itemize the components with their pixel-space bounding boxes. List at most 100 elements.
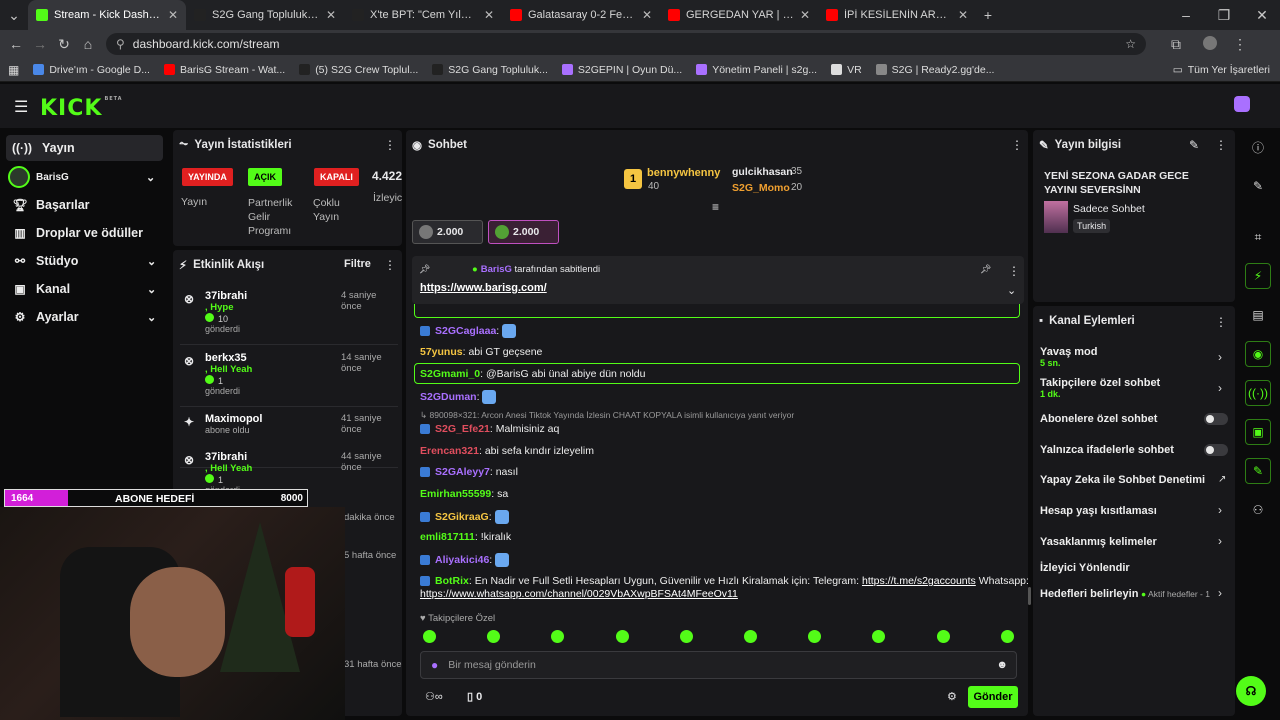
pinned-link[interactable]: https://www.barisg.com/ (420, 282, 547, 294)
chat-username[interactable]: emli817111 (420, 531, 475, 543)
user-avatar[interactable] (1234, 96, 1250, 112)
tab-close-icon[interactable]: ✕ (642, 8, 652, 22)
profile-avatar[interactable] (1198, 35, 1222, 53)
chat-bubble-tool-icon[interactable]: ◉ (1245, 341, 1271, 367)
emote-icon[interactable] (936, 630, 950, 643)
browser-tab[interactable]: X'te BPT: "Cem Yılmaz, Gora 4 G ✕ (344, 0, 502, 30)
mic-icon[interactable]: ● (431, 658, 438, 672)
emote-icon[interactable] (1000, 630, 1014, 643)
nav-channel-selector[interactable]: BarisG ⌄ (8, 166, 155, 188)
chevron-right-icon[interactable]: › (1218, 350, 1222, 364)
site-info-icon[interactable]: ⚲ (116, 37, 125, 51)
nav-item-kanal[interactable]: ▣ Kanal ⌄ (12, 282, 156, 296)
chat-username[interactable]: 57yunus (420, 346, 463, 358)
browser-tab[interactable]: S2G Gang Topluluk / X ✕ (186, 0, 344, 30)
botrix-wa-link[interactable]: https://www.whatsapp.com/channel/0029VbA… (420, 588, 738, 600)
close-window-icon[interactable]: ✕ (1250, 7, 1274, 24)
subs-only-toggle[interactable] (1204, 413, 1228, 425)
browser-tab[interactable]: GERGEDAN YAR | Madara Oldu ✕ (660, 0, 818, 30)
chevron-right-icon[interactable]: › (1218, 503, 1222, 517)
set-goals[interactable]: Hedefleri belirleyin (1040, 588, 1138, 600)
crop-icon[interactable]: ⌗ (1245, 224, 1271, 250)
chat-username[interactable]: Erencan321 (420, 445, 479, 457)
chat-scrollbar[interactable] (1028, 587, 1031, 605)
tab-close-icon[interactable]: ✕ (800, 8, 810, 22)
tab-close-icon[interactable]: ✕ (484, 8, 494, 22)
chat-username[interactable]: S2GAleyy7 (435, 466, 490, 478)
nav-item-yayin[interactable]: ((·)) Yayın (12, 141, 75, 155)
bookmark-item[interactable]: Drive'ım - Google D... (33, 64, 150, 76)
goal-chip-2[interactable]: 2.000 (488, 220, 559, 244)
nav-item-droplar[interactable]: ▥ Droplar ve ödüller (12, 226, 143, 240)
tab-close-icon[interactable]: ✕ (958, 8, 968, 22)
users-icon[interactable]: ⚇ (1245, 497, 1271, 523)
collapse-icon[interactable]: ≡ (712, 200, 719, 214)
wrench-tool-icon[interactable]: ✎ (1245, 458, 1271, 484)
browser-menu-icon[interactable]: ⋮ (1228, 36, 1252, 53)
chat-username[interactable]: S2GDuman (420, 391, 477, 403)
activity-menu-icon[interactable]: ⋮ (384, 258, 396, 272)
browser-tab[interactable]: Galatasaray 0-2 Fenerbahçe MA ✕ (502, 0, 660, 30)
account-age[interactable]: Hesap yaşı kısıtlaması (1040, 505, 1157, 517)
minimize-icon[interactable]: – (1174, 7, 1198, 23)
pinned-menu-icon[interactable]: ⋮ (1008, 264, 1020, 278)
chat-username[interactable]: S2Gmami_0 (420, 368, 480, 380)
emote-icon[interactable] (615, 630, 629, 643)
browser-tab[interactable]: Stream - Kick Dashboard ✕ (28, 0, 186, 30)
chat-menu-icon[interactable]: ⋮ (1011, 138, 1023, 152)
chat-users-icon[interactable]: ⚇∞ (425, 690, 443, 703)
browser-tab[interactable]: İPİ KESİLENİN ARABASI DÜŞER ✕ (818, 0, 976, 30)
broadcast-tool-icon[interactable]: ((·)) (1245, 380, 1271, 406)
emoji-icon[interactable]: ☻ (996, 659, 1008, 671)
actions-menu-icon[interactable]: ⋮ (1215, 315, 1227, 329)
pencil-icon[interactable]: ✎ (1245, 173, 1271, 199)
chat-input[interactable]: ● Bir mesaj gönderin ☻ (420, 651, 1017, 679)
send-button[interactable]: Gönder (968, 686, 1018, 708)
chat-username[interactable]: Emirhan55599 (420, 488, 491, 500)
chat-username[interactable]: Aliyakici46 (435, 554, 489, 566)
extensions-icon[interactable]: ⧉ (1164, 36, 1188, 53)
emote-icon[interactable] (679, 630, 693, 643)
lightning-icon[interactable]: ⚡︎ (1245, 263, 1271, 289)
external-link-icon[interactable]: ↗ (1218, 474, 1226, 485)
url-bar[interactable]: ⚲ dashboard.kick.com/stream ☆ (106, 33, 1146, 55)
emote-icon[interactable] (423, 630, 436, 643)
tab-close-icon[interactable]: ✕ (326, 8, 336, 22)
followers-only-chat[interactable]: Takipçilere özel sohbet 1 dk. (1040, 377, 1160, 399)
emote-icon[interactable] (744, 630, 757, 643)
home-icon[interactable]: ⌂ (76, 36, 100, 52)
redirect-viewers[interactable]: İzleyici Yönlendir (1040, 562, 1130, 574)
unpin-icon[interactable]: 📌︎ (980, 264, 991, 275)
ai-moderation[interactable]: Yapay Zeka ile Sohbet Denetimi (1040, 474, 1205, 486)
forward-icon[interactable]: → (28, 36, 52, 52)
botrix-tg-link[interactable]: https://t.me/s2gaccounts (862, 575, 976, 587)
layout-icon[interactable]: ▣ (1245, 419, 1271, 445)
stats-menu-icon[interactable]: ⋮ (384, 138, 396, 152)
nav-item-ayarlar[interactable]: ⚙ Ayarlar ⌄ (12, 310, 157, 324)
chevron-right-icon[interactable]: › (1218, 381, 1222, 395)
bookmark-item[interactable]: Yönetim Paneli | s2g... (696, 64, 817, 76)
back-icon[interactable]: ← (4, 36, 28, 52)
apps-icon[interactable]: ▦ (8, 63, 19, 77)
bookmark-item[interactable]: VR (831, 64, 862, 76)
restore-icon[interactable]: ❐ (1212, 7, 1236, 24)
chevron-right-icon[interactable]: › (1218, 586, 1222, 600)
banned-words[interactable]: Yasaklanmış kelimeler (1040, 536, 1157, 548)
kick-logo[interactable]: KICK BETA (40, 96, 123, 121)
filter-button[interactable]: Filtre (344, 258, 371, 270)
reload-icon[interactable]: ↻ (52, 36, 76, 53)
hamburger-icon[interactable]: ☰ (14, 97, 28, 117)
tab-list-icon[interactable]: ⌄ (0, 7, 28, 24)
pinned-expand-icon[interactable]: ⌄ (1007, 284, 1016, 297)
nav-item-basarilar[interactable]: 🏆︎ Başarılar (12, 198, 89, 212)
document-icon[interactable]: ▤ (1245, 302, 1271, 328)
chat-username[interactable]: BotRix (435, 575, 469, 587)
info-menu-icon[interactable]: ⋮ (1215, 138, 1227, 152)
goal-chip-1[interactable]: 2.000 (412, 220, 483, 244)
chat-username[interactable]: S2GikraaG (435, 511, 489, 523)
slow-mode[interactable]: Yavaş mod 5 sn. (1040, 346, 1097, 368)
nav-item-studyo[interactable]: ⚯ Stüdyo ⌄ (12, 254, 156, 268)
bookmark-item[interactable]: BarisG Stream - Wat... (163, 64, 285, 76)
new-tab-button[interactable]: + (976, 7, 1000, 23)
bookmark-item[interactable]: S2G Gang Topluluk... (432, 64, 548, 76)
